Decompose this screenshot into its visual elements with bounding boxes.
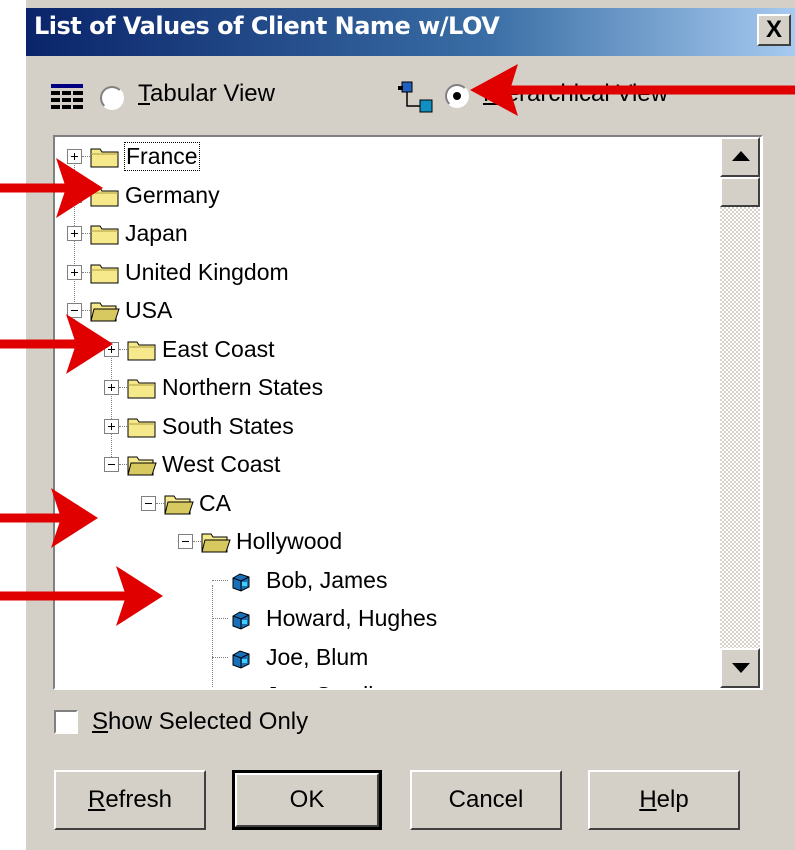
help-text: elp xyxy=(656,786,689,813)
tree-node-label: CA xyxy=(199,489,231,516)
refresh-button[interactable]: Refresh xyxy=(54,770,206,830)
tree-branch-line xyxy=(193,541,201,542)
show-selected-text: how Selected Only xyxy=(108,708,309,735)
tree-node[interactable]: CA xyxy=(55,486,715,522)
tree-branch-line xyxy=(119,464,127,465)
tree-node-label: Joe, Blum xyxy=(266,643,369,670)
annotation-arrow-icon xyxy=(470,64,795,116)
annotation-arrow-icon xyxy=(0,488,98,548)
tree-node[interactable]: West Coast xyxy=(55,447,715,483)
minus-bar xyxy=(108,464,115,465)
show-selected-checkbox[interactable] xyxy=(54,710,78,734)
open-folder-icon xyxy=(201,533,231,553)
tree-node-label: France xyxy=(124,142,200,171)
tabular-view-radio[interactable] xyxy=(100,86,124,110)
tree-node-label: Howard, Hughes xyxy=(266,605,438,631)
tree-node[interactable]: South States xyxy=(55,409,715,445)
collapse-toggle-icon[interactable] xyxy=(104,457,119,472)
tree-branch-line xyxy=(119,425,127,427)
tree-node[interactable]: Joe, Blum xyxy=(55,640,715,676)
plus-bar xyxy=(111,422,112,430)
expand-toggle-icon[interactable] xyxy=(104,418,119,434)
minus-bar xyxy=(145,502,152,504)
tree-node-label: Germany xyxy=(125,181,220,208)
tree-node-label: Joe, Small xyxy=(266,682,373,688)
folder-icon xyxy=(90,264,119,283)
tree-node-label: United Kingdom xyxy=(125,258,289,285)
tree-branch-line xyxy=(212,579,228,581)
annotation-arrow-icon xyxy=(0,566,163,626)
tree-node[interactable]: Joe, Small xyxy=(55,678,715,690)
refresh-text: efresh xyxy=(105,786,173,813)
cancel-button[interactable]: Cancel xyxy=(410,770,562,830)
tree-node-label: Bob, James xyxy=(266,566,388,593)
tree-node-label: South States xyxy=(162,412,294,439)
annotation-arrow-icon xyxy=(0,314,113,374)
member-cube-icon xyxy=(230,686,252,690)
open-folder-icon xyxy=(164,495,194,514)
tree-node[interactable]: Hollywood xyxy=(55,524,715,560)
hierarchy-icon xyxy=(398,81,433,113)
ok-button[interactable]: OK xyxy=(232,770,382,830)
member-cube-icon xyxy=(232,611,250,630)
show-selected-label[interactable]: Show Selected Only xyxy=(92,708,308,736)
table-view-icon xyxy=(51,84,83,109)
plus-bar xyxy=(74,230,75,237)
arrow-up-icon xyxy=(732,151,750,161)
ok-button-label: OK xyxy=(235,773,379,827)
tree-node[interactable]: East Coast xyxy=(55,332,715,368)
tree-node[interactable]: France xyxy=(55,139,715,175)
close-button[interactable]: X xyxy=(757,14,791,46)
tree-node-label: Japan xyxy=(125,220,188,246)
tree-node-label: Hollywood xyxy=(236,528,343,554)
scroll-thumb[interactable] xyxy=(720,177,760,207)
background-strip xyxy=(0,0,26,850)
tree-node[interactable]: United Kingdom xyxy=(55,255,715,291)
vertical-scrollbar[interactable] xyxy=(720,137,760,688)
folder-icon xyxy=(127,379,156,399)
tree-node[interactable]: USA xyxy=(55,293,715,329)
tree-node-label: Northern States xyxy=(162,374,324,400)
collapse-toggle-icon[interactable] xyxy=(141,495,156,511)
tree-node[interactable]: Japan xyxy=(55,216,715,252)
open-folder-icon xyxy=(127,456,157,476)
tree-branch-line xyxy=(119,387,127,388)
tree-node-label: USA xyxy=(125,297,173,323)
expand-toggle-icon[interactable] xyxy=(67,264,82,280)
tree-node-label: West Coast xyxy=(162,451,281,477)
folder-icon xyxy=(127,418,156,437)
dialog-title: List of Values of Client Name w/LOV xyxy=(34,12,500,40)
tree-branch-line xyxy=(156,502,164,504)
scroll-up-button[interactable] xyxy=(720,137,760,177)
hierarchical-view-radio[interactable] xyxy=(445,84,469,108)
lov-dialog: List of Values of Client Name w/LOV X Ta… xyxy=(0,0,795,850)
tree-branch-line xyxy=(119,348,127,350)
tree-branch-line xyxy=(82,233,90,234)
tabular-view-text: abular View xyxy=(150,80,275,107)
tabular-view-label[interactable]: Tabular View xyxy=(138,80,275,116)
collapse-toggle-icon[interactable] xyxy=(178,534,193,549)
plus-bar xyxy=(74,268,75,276)
tree-branch-line xyxy=(212,656,228,658)
help-button[interactable]: Help xyxy=(588,770,740,830)
tree-node[interactable]: Northern States xyxy=(55,370,715,406)
tree-branch-line xyxy=(82,271,90,273)
tree-node-label: East Coast xyxy=(162,335,275,362)
member-cube-icon xyxy=(232,572,250,592)
arrow-down-icon xyxy=(732,663,750,673)
scroll-down-button[interactable] xyxy=(720,648,760,688)
tree-branch-line xyxy=(212,618,228,619)
annotation-arrow-icon xyxy=(0,158,103,218)
member-cube-icon xyxy=(232,649,250,669)
folder-icon xyxy=(127,341,156,360)
tree-node[interactable]: Germany xyxy=(55,178,715,214)
minus-bar xyxy=(182,541,189,542)
